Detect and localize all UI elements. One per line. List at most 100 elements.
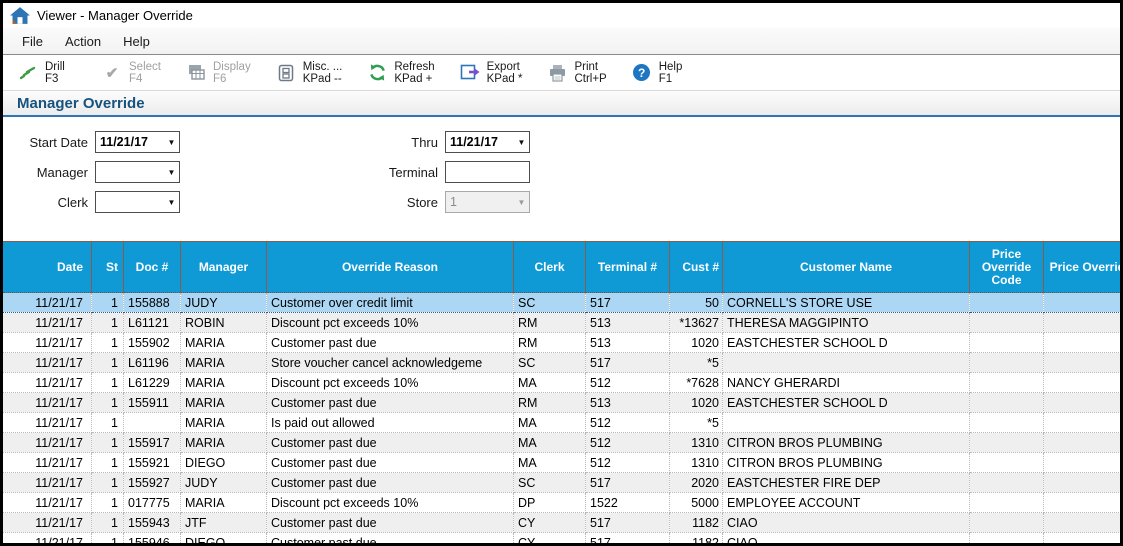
table-cell[interactable]: L61229 bbox=[124, 373, 181, 393]
column-header[interactable]: Cust # bbox=[670, 242, 723, 293]
table-cell[interactable]: 11/21/17 bbox=[3, 393, 92, 413]
table-cell[interactable]: EASTCHESTER SCHOOL D bbox=[723, 393, 970, 413]
table-cell[interactable] bbox=[970, 493, 1044, 513]
table-cell[interactable]: Discount pct exceeds 10% bbox=[267, 493, 514, 513]
table-cell[interactable] bbox=[970, 293, 1044, 313]
table-cell[interactable] bbox=[1044, 493, 1121, 513]
table-cell[interactable] bbox=[970, 333, 1044, 353]
table-cell[interactable] bbox=[970, 473, 1044, 493]
table-cell[interactable] bbox=[970, 433, 1044, 453]
table-cell[interactable]: DIEGO bbox=[181, 453, 267, 473]
table-cell[interactable]: JUDY bbox=[181, 473, 267, 493]
table-cell[interactable] bbox=[124, 413, 181, 433]
table-cell[interactable] bbox=[1044, 433, 1121, 453]
export-button[interactable]: Export KPad * bbox=[459, 61, 523, 85]
table-cell[interactable] bbox=[1044, 373, 1121, 393]
table-cell[interactable]: MARIA bbox=[181, 393, 267, 413]
table-cell[interactable]: CIAO bbox=[723, 533, 970, 544]
table-cell[interactable]: 155921 bbox=[124, 453, 181, 473]
table-cell[interactable]: 11/21/17 bbox=[3, 433, 92, 453]
table-cell[interactable]: NANCY GHERARDI bbox=[723, 373, 970, 393]
table-cell[interactable]: 1 bbox=[92, 433, 124, 453]
table-cell[interactable]: MARIA bbox=[181, 413, 267, 433]
table-cell[interactable]: RM bbox=[514, 393, 586, 413]
table-cell[interactable]: 155888 bbox=[124, 293, 181, 313]
table-cell[interactable]: 1 bbox=[92, 413, 124, 433]
table-cell[interactable]: JTF bbox=[181, 513, 267, 533]
table-cell[interactable]: 512 bbox=[586, 433, 670, 453]
table-cell[interactable]: CITRON BROS PLUMBING bbox=[723, 433, 970, 453]
manager-dropdown[interactable]: ▼ bbox=[95, 161, 180, 183]
table-cell[interactable] bbox=[970, 373, 1044, 393]
table-cell[interactable]: MARIA bbox=[181, 433, 267, 453]
table-row[interactable]: 11/21/171155946DIEGOCustomer past dueCY5… bbox=[3, 533, 1120, 544]
table-cell[interactable]: CY bbox=[514, 513, 586, 533]
table-cell[interactable]: 513 bbox=[586, 313, 670, 333]
start-date-dropdown[interactable]: 11/21/17 ▼ bbox=[95, 131, 180, 153]
table-cell[interactable]: 2020 bbox=[670, 473, 723, 493]
table-cell[interactable]: MA bbox=[514, 433, 586, 453]
table-cell[interactable]: 1 bbox=[92, 533, 124, 544]
table-cell[interactable]: EASTCHESTER SCHOOL D bbox=[723, 333, 970, 353]
column-header[interactable]: Customer Name bbox=[723, 242, 970, 293]
table-row[interactable]: 11/21/171155911MARIACustomer past dueRM5… bbox=[3, 393, 1120, 413]
display-button[interactable]: Display F6 bbox=[185, 61, 251, 85]
table-cell[interactable]: CIAO bbox=[723, 513, 970, 533]
table-cell[interactable] bbox=[1044, 293, 1121, 313]
table-row[interactable]: 11/21/171MARIAIs paid out allowedMA512*5 bbox=[3, 413, 1120, 433]
table-row[interactable]: 11/21/171155888JUDYCustomer over credit … bbox=[3, 293, 1120, 313]
table-cell[interactable]: 1 bbox=[92, 313, 124, 333]
table-cell[interactable]: Customer past due bbox=[267, 513, 514, 533]
column-header[interactable]: Price Override Reason bbox=[1044, 242, 1121, 293]
table-row[interactable]: 11/21/171L61196MARIAStore voucher cancel… bbox=[3, 353, 1120, 373]
table-cell[interactable]: 1522 bbox=[586, 493, 670, 513]
table-cell[interactable] bbox=[970, 513, 1044, 533]
column-header[interactable]: Override Reason bbox=[267, 242, 514, 293]
column-header[interactable]: Clerk bbox=[514, 242, 586, 293]
column-header[interactable]: Doc # bbox=[124, 242, 181, 293]
table-cell[interactable]: 1 bbox=[92, 293, 124, 313]
table-cell[interactable]: 517 bbox=[586, 533, 670, 544]
chevron-down-icon[interactable]: ▼ bbox=[164, 168, 179, 177]
table-cell[interactable]: 1310 bbox=[670, 433, 723, 453]
select-button[interactable]: ✔ Select F4 bbox=[101, 61, 161, 85]
table-cell[interactable]: 155902 bbox=[124, 333, 181, 353]
table-cell[interactable]: 11/21/17 bbox=[3, 533, 92, 544]
table-cell[interactable]: 512 bbox=[586, 413, 670, 433]
chevron-down-icon[interactable]: ▼ bbox=[514, 138, 529, 147]
table-cell[interactable] bbox=[723, 413, 970, 433]
table-cell[interactable]: CITRON BROS PLUMBING bbox=[723, 453, 970, 473]
table-cell[interactable]: L61121 bbox=[124, 313, 181, 333]
table-cell[interactable]: 1 bbox=[92, 473, 124, 493]
table-cell[interactable]: 155943 bbox=[124, 513, 181, 533]
table-cell[interactable]: 11/21/17 bbox=[3, 473, 92, 493]
chevron-down-icon[interactable]: ▼ bbox=[164, 138, 179, 147]
table-cell[interactable]: 1 bbox=[92, 513, 124, 533]
table-cell[interactable]: MARIA bbox=[181, 353, 267, 373]
table-cell[interactable] bbox=[1044, 513, 1121, 533]
table-cell[interactable] bbox=[1044, 393, 1121, 413]
table-cell[interactable]: Store voucher cancel acknowledgeme bbox=[267, 353, 514, 373]
table-cell[interactable]: SC bbox=[514, 353, 586, 373]
table-cell[interactable]: Customer past due bbox=[267, 473, 514, 493]
help-button[interactable]: ? Help F1 bbox=[631, 61, 691, 85]
table-cell[interactable] bbox=[1044, 473, 1121, 493]
table-cell[interactable]: *5 bbox=[670, 353, 723, 373]
menu-help[interactable]: Help bbox=[112, 30, 161, 53]
table-cell[interactable]: MA bbox=[514, 373, 586, 393]
table-cell[interactable]: 517 bbox=[586, 473, 670, 493]
table-cell[interactable]: MA bbox=[514, 453, 586, 473]
table-cell[interactable]: 1310 bbox=[670, 453, 723, 473]
table-row[interactable]: 11/21/171155917MARIACustomer past dueMA5… bbox=[3, 433, 1120, 453]
table-row[interactable]: 11/21/171155943JTFCustomer past dueCY517… bbox=[3, 513, 1120, 533]
table-row[interactable]: 11/21/171155927JUDYCustomer past dueSC51… bbox=[3, 473, 1120, 493]
thru-dropdown[interactable]: 11/21/17 ▼ bbox=[445, 131, 530, 153]
table-cell[interactable]: CORNELL'S STORE USE bbox=[723, 293, 970, 313]
table-cell[interactable]: 11/21/17 bbox=[3, 353, 92, 373]
table-cell[interactable]: 517 bbox=[586, 353, 670, 373]
table-cell[interactable]: 1 bbox=[92, 493, 124, 513]
table-cell[interactable] bbox=[970, 313, 1044, 333]
table-cell[interactable]: MARIA bbox=[181, 333, 267, 353]
table-cell[interactable]: *13627 bbox=[670, 313, 723, 333]
table-cell[interactable]: 11/21/17 bbox=[3, 293, 92, 313]
